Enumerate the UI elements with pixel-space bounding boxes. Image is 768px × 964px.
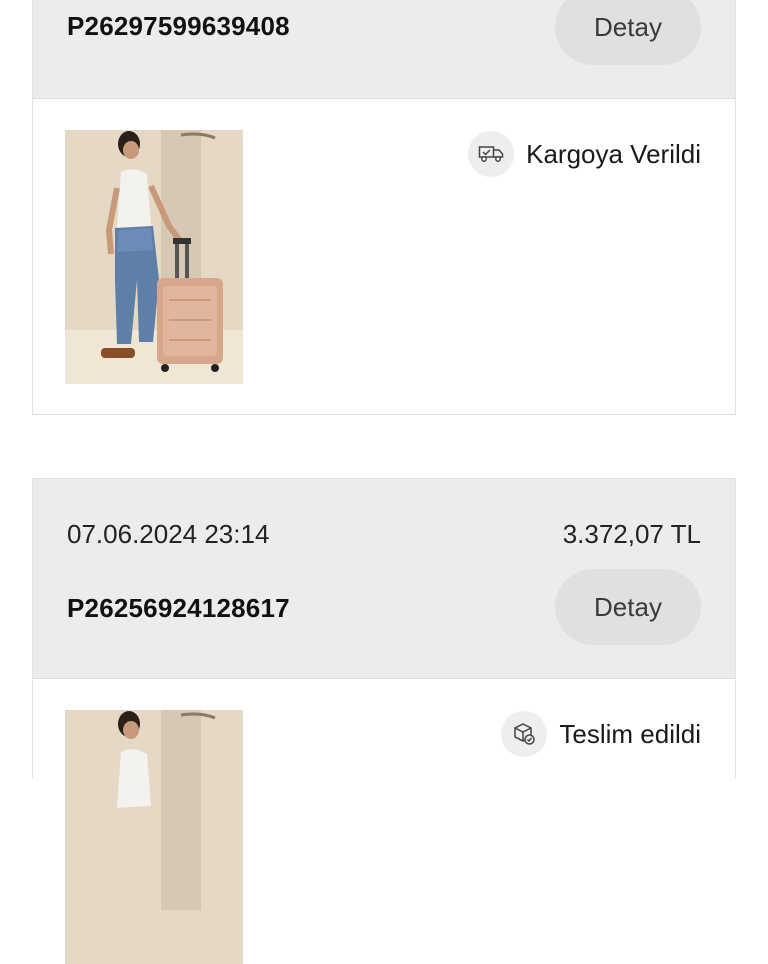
truck-icon [468, 131, 515, 177]
order-status: Teslim edildi [501, 711, 701, 757]
package-delivered-icon [501, 711, 548, 757]
order-body: Teslim edildi [33, 679, 735, 964]
order-total: 3.372,07 TL [562, 519, 701, 549]
status-label: Kargoya Verildi [526, 138, 701, 169]
detail-button[interactable]: Detay [555, 569, 701, 645]
order-number: P26297599639408 [67, 11, 290, 41]
order-header: 07.06.2024 23:14 3.372,07 TL P2625692412… [33, 479, 735, 679]
product-image[interactable] [65, 130, 243, 384]
product-image[interactable] [65, 710, 243, 964]
detail-button[interactable]: Detay [555, 0, 701, 65]
status-label: Teslim edildi [559, 718, 701, 749]
order-number: P26256924128617 [67, 593, 290, 623]
order-header: P26297599639408 Detay [33, 0, 735, 99]
order-body: Kargoya Verildi [33, 99, 735, 414]
order-card: P26297599639408 Detay Kargoya Verildi [32, 0, 736, 415]
order-card: 07.06.2024 23:14 3.372,07 TL P2625692412… [32, 478, 736, 964]
order-date: 07.06.2024 23:14 [67, 519, 270, 549]
order-status: Kargoya Verildi [468, 131, 701, 177]
